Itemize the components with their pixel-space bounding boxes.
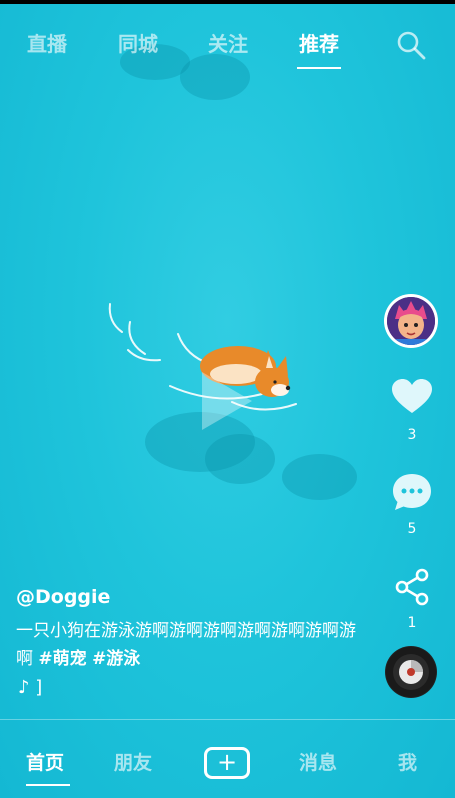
author-avatar[interactable]	[384, 294, 438, 348]
comment-count: 5	[407, 521, 417, 537]
app-screen: 直播 同城 关注 推荐 3 5 1 @Doggie 一只小狗在游泳游啊游啊游啊游…	[0, 0, 455, 798]
like-count: 3	[407, 427, 417, 443]
top-nav: 直播 同城 关注 推荐	[0, 4, 455, 74]
tab-nearby[interactable]: 同城	[118, 28, 158, 57]
nav-me[interactable]: 我	[398, 748, 417, 775]
play-icon[interactable]	[198, 370, 254, 432]
share-button[interactable]	[385, 568, 439, 610]
like-button[interactable]	[385, 379, 439, 419]
video-caption: 一只小狗在游泳游啊游啊游啊游啊游啊游啊游啊 #萌宠 #游泳	[16, 617, 361, 673]
music-disc[interactable]	[385, 646, 437, 698]
music-info[interactable]: ♪ ]	[18, 677, 42, 698]
add-post-button[interactable]: +	[201, 747, 253, 779]
nav-friends[interactable]: 朋友	[114, 748, 152, 775]
tab-following[interactable]: 关注	[208, 28, 248, 57]
comment-button[interactable]	[385, 472, 439, 516]
nav-home[interactable]: 首页	[26, 748, 64, 775]
tab-recommended[interactable]: 推荐	[299, 28, 339, 57]
active-tab-indicator	[297, 67, 341, 69]
active-nav-indicator	[26, 784, 70, 786]
tab-live[interactable]: 直播	[27, 28, 67, 57]
avatar-image	[387, 297, 435, 345]
hashtag[interactable]: #游泳	[92, 649, 140, 669]
author-name[interactable]: @Doggie	[16, 586, 110, 608]
comment-icon	[393, 474, 431, 510]
bottom-nav: 首页 朋友 + 消息 我	[0, 719, 455, 798]
hashtag[interactable]: #萌宠	[38, 649, 86, 669]
share-icon	[395, 568, 429, 606]
search-icon[interactable]	[396, 30, 426, 60]
share-count: 1	[407, 615, 417, 631]
heart-icon	[392, 379, 432, 413]
nav-messages[interactable]: 消息	[299, 748, 337, 775]
plus-icon: +	[207, 750, 247, 776]
